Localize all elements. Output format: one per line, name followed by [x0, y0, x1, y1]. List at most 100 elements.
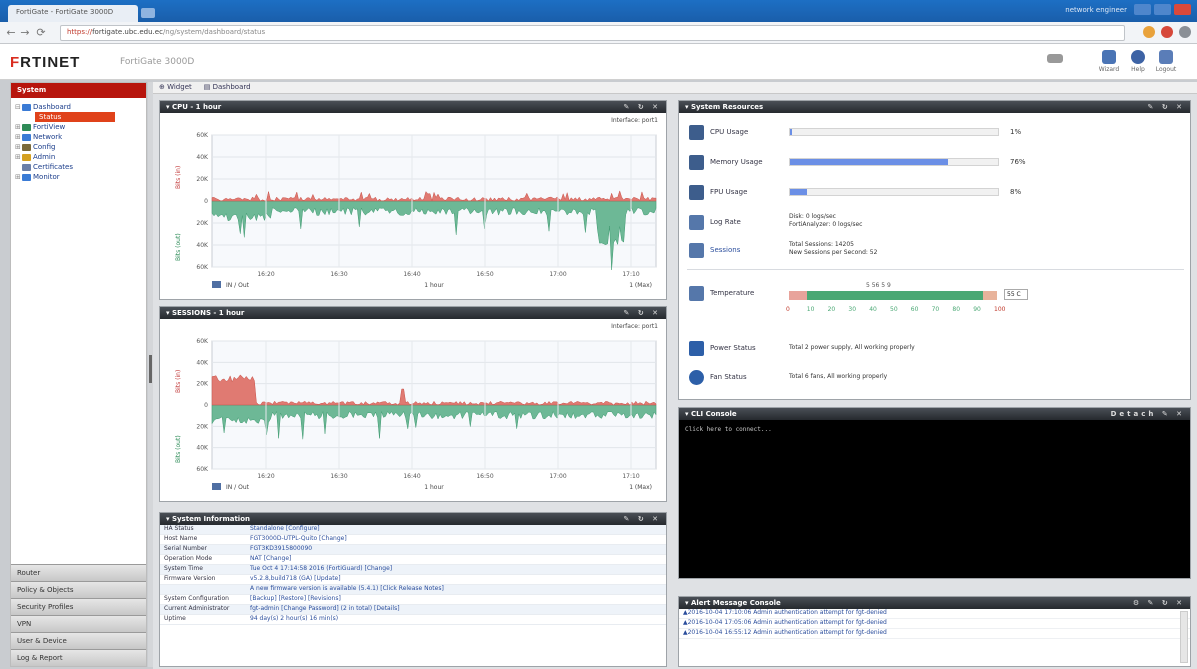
temperature-scale: 0 10 20 30 40 50 60 70 80 90 100	[786, 306, 1005, 314]
system-info-value[interactable]: A new firmware version is available (5.4…	[250, 585, 444, 594]
sidebar-item-dashboard[interactable]: ⊟ Dashboard	[15, 102, 142, 112]
widget-button[interactable]: ⊕ Widget	[159, 83, 192, 92]
detach-button[interactable]: Detach	[1111, 410, 1157, 418]
bookmark-star-icon[interactable]	[1143, 26, 1155, 38]
system-info-value[interactable]: FGT3KD3915800090	[250, 545, 312, 554]
splitter-grip[interactable]	[149, 355, 152, 383]
system-info-value[interactable]: [Backup] [Restore] [Revisions]	[250, 595, 341, 604]
sidebar-item-status[interactable]: Status	[35, 112, 115, 122]
y-axis-label-out: Bits (out)	[175, 233, 182, 261]
new-tab-button[interactable]	[141, 8, 155, 18]
system-info-row: System Configuration [Backup] [Restore] […	[160, 595, 666, 605]
menu-section-policy-objects[interactable]: Policy & Objects	[11, 581, 146, 598]
logout-button[interactable]: Logout	[1153, 50, 1179, 76]
power-status-label: Power Status	[710, 344, 756, 352]
menu-section-security-profiles[interactable]: Security Profiles	[11, 598, 146, 615]
widget-controls[interactable]: ✎ ↻ ✕	[624, 515, 661, 523]
system-info-row: A new firmware version is available (5.4…	[160, 585, 666, 595]
back-icon[interactable]: ←	[4, 26, 18, 40]
expand-toggle-icon[interactable]: ⊞	[15, 133, 22, 141]
temperature-row: Temperature	[689, 284, 790, 302]
browser-tab[interactable]: FortiGate - FortiGate 3000D	[8, 5, 138, 22]
reload-icon[interactable]: ⟳	[34, 26, 48, 40]
system-info-value[interactable]: 94 day(s) 2 hour(s) 16 min(s)	[250, 615, 338, 624]
disk-icon	[689, 184, 704, 200]
y-tick-label: 40K	[196, 445, 209, 452]
sessions-link[interactable]: Sessions	[710, 246, 790, 254]
log-rate-icon	[689, 214, 704, 230]
sidebar-item-monitor[interactable]: ⊞ Monitor	[15, 172, 142, 182]
close-icon[interactable]	[1174, 4, 1191, 15]
folder-icon	[22, 173, 31, 181]
alert-message[interactable]: ▲2016-10-04 17:10:06 Admin authenticatio…	[679, 609, 1190, 619]
menu-section-log-report[interactable]: Log & Report	[11, 649, 146, 666]
temperature-tick: 90	[973, 306, 981, 313]
sidebar-item-fortiview[interactable]: ⊞ FortiView	[15, 122, 142, 132]
widget-controls[interactable]: Detach ✎ ✕	[1111, 410, 1185, 418]
menu-section-vpn[interactable]: VPN	[11, 615, 146, 632]
device-model: FortiGate 3000D	[120, 57, 195, 67]
system-info-value[interactable]: FGT3000D-UTPL-Quito [Change]	[250, 535, 347, 544]
widget-controls[interactable]: ✎ ↻ ✕	[624, 309, 661, 317]
address-bar[interactable]: https://fortigate.ubc.edu.ec/ng/system/d…	[60, 25, 1125, 41]
y-tick-label: 40K	[196, 359, 209, 366]
alert-message[interactable]: ▲2016-10-04 16:55:12 Admin authenticatio…	[679, 629, 1190, 639]
memory-usage-row: Memory Usage	[689, 153, 790, 171]
alert-message[interactable]: ▲2016-10-04 17:05:06 Admin authenticatio…	[679, 619, 1190, 629]
fpu-usage-label: FPU Usage	[710, 188, 748, 196]
monitor-icon[interactable]	[1042, 50, 1068, 76]
sidebar-item-config[interactable]: ⊞ Config	[15, 142, 142, 152]
alert-scrollbar[interactable]	[1180, 611, 1188, 663]
x-tick-label: 16:30	[330, 473, 347, 480]
widget-controls[interactable]: ⚙ ✎ ↻ ✕	[1133, 599, 1185, 607]
expand-toggle-icon[interactable]: ⊞	[15, 143, 22, 151]
system-info-value[interactable]: NAT [Change]	[250, 555, 291, 564]
system-resources-widget: ▾ System Resources ✎ ↻ ✕ CPU Usage 1% Mem…	[678, 100, 1191, 400]
system-information-table: HA Status Standalone [Configure] Host Name…	[160, 525, 666, 625]
system-info-key: Operation Mode	[164, 555, 213, 562]
sidebar-item-network[interactable]: ⊞ Network	[15, 132, 142, 142]
system-info-row: Operation Mode NAT [Change]	[160, 555, 666, 565]
cli-console-header: ▾ CLI Console Detach ✎ ✕	[679, 408, 1190, 420]
menu-section-router[interactable]: Router	[11, 564, 146, 581]
fpu-usage-row: FPU Usage	[689, 183, 790, 201]
expand-toggle-icon[interactable]: ⊞	[15, 173, 22, 181]
y-tick-label: 20K	[196, 381, 209, 388]
temperature-tick: 100	[994, 306, 1006, 313]
section-system[interactable]: System	[11, 83, 146, 98]
memory-usage-value: 76%	[1010, 158, 1026, 166]
sidebar-item-label: Monitor	[33, 173, 60, 181]
system-info-value[interactable]: Standalone [Configure]	[250, 525, 320, 534]
help-button[interactable]: Help	[1125, 50, 1151, 76]
temperature-label: Temperature	[710, 289, 755, 297]
widget-controls[interactable]: ✎ ↻ ✕	[624, 103, 661, 111]
dashboard-toolbar: ⊕ Widget ▤ Dashboard	[153, 82, 1197, 94]
system-info-value[interactable]: fgt-admin [Change Password] (2 in total)…	[250, 605, 400, 614]
sidebar-item-certificates[interactable]: Certificates	[15, 162, 142, 172]
sidebar-item-admin[interactable]: ⊞ Admin	[15, 152, 142, 162]
minimize-icon[interactable]	[1134, 4, 1151, 15]
temperature-normal-zone	[807, 291, 983, 300]
maximize-icon[interactable]	[1154, 4, 1171, 15]
fortinet-header: FRTINET FortiGate 3000D Wizard Help Logo…	[0, 44, 1197, 80]
sidebar-item-label: Network	[33, 133, 63, 141]
widget-controls[interactable]: ✎ ↻ ✕	[1148, 103, 1185, 111]
temperature-high-zone	[983, 291, 997, 300]
cli-terminal[interactable]: Click here to connect...	[679, 420, 1190, 578]
expand-toggle-icon[interactable]: ⊟	[15, 103, 22, 111]
forward-icon[interactable]: →	[18, 26, 32, 40]
y-tick-label: 60K	[196, 466, 209, 473]
extension-icon[interactable]	[1161, 26, 1173, 38]
dashboard-button[interactable]: ▤ Dashboard	[204, 83, 251, 92]
dashboard-area: ⊕ Widget ▤ Dashboard ▾ CPU - 1 hour ✎ ↻ ✕…	[153, 82, 1197, 669]
legend-swatch-icon	[212, 483, 221, 490]
expand-toggle-icon[interactable]: ⊞	[15, 153, 22, 161]
y-tick-label: 20K	[196, 423, 209, 430]
wizard-button[interactable]: Wizard	[1096, 50, 1122, 76]
system-info-value[interactable]: Tue Oct 4 17:14:58 2016 (FortiGuard) [Ch…	[250, 565, 392, 574]
log-rate-value: Disk: 0 logs/sec FortiAnalyzer: 0 logs/se…	[789, 213, 863, 228]
system-info-value[interactable]: v5.2.8,build718 (GA) [Update]	[250, 575, 341, 584]
menu-icon[interactable]	[1179, 26, 1191, 38]
menu-section-user-device[interactable]: User & Device	[11, 632, 146, 649]
expand-toggle-icon[interactable]: ⊞	[15, 123, 22, 131]
